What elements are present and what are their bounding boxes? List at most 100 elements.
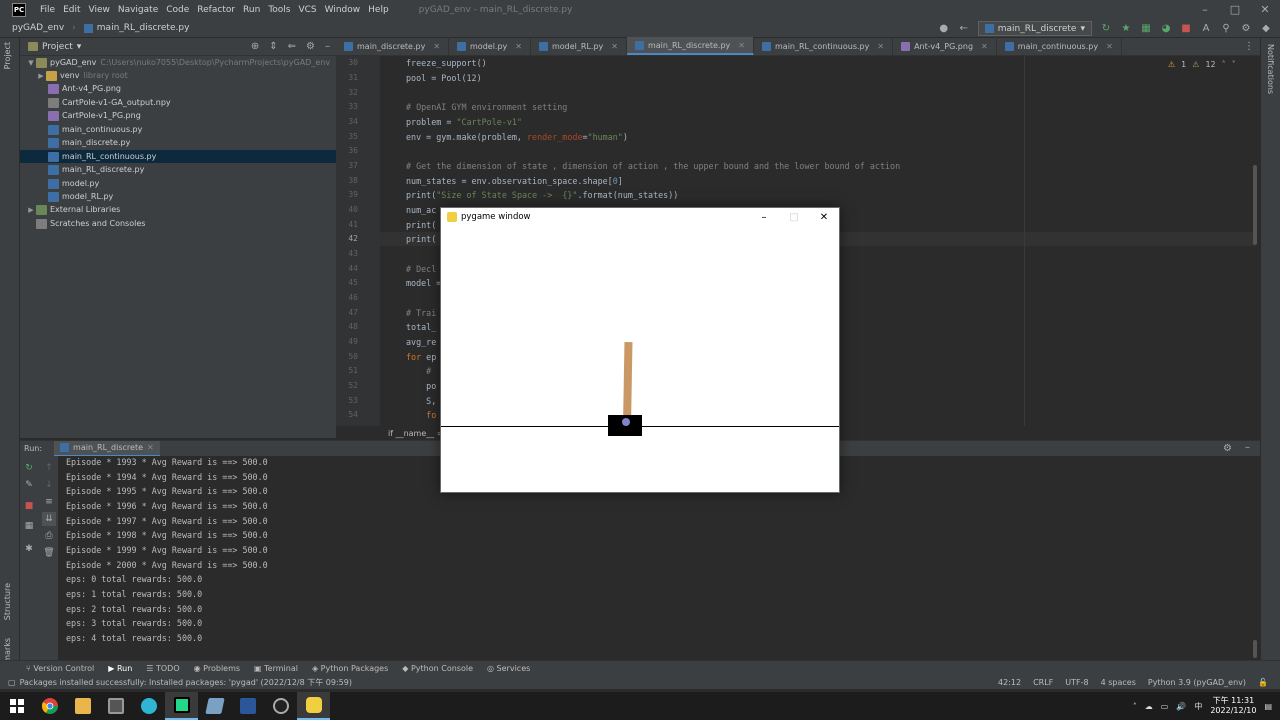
tab-model-rl[interactable]: model_RL.py ✕ xyxy=(531,37,627,55)
onedrive-icon[interactable]: ☁ xyxy=(1145,702,1153,711)
chevron-down-icon[interactable]: ▾ xyxy=(77,42,82,52)
rerun-icon[interactable]: ↻ xyxy=(1100,23,1112,35)
taskbar-app[interactable] xyxy=(264,692,297,720)
close-icon[interactable]: ✕ xyxy=(809,208,839,226)
taskbar-pycharm[interactable] xyxy=(165,692,198,720)
network-icon[interactable]: ▭ xyxy=(1161,702,1169,711)
structure-tool-button[interactable]: Structure xyxy=(3,583,12,620)
breadcrumb-file[interactable]: main_RL_discrete.py xyxy=(97,23,190,33)
menu-refactor[interactable]: Refactor xyxy=(197,5,235,15)
file-encoding[interactable]: UTF-8 xyxy=(1065,678,1088,687)
back-arrow-icon[interactable]: ← xyxy=(958,23,970,35)
close-tab-icon[interactable]: ✕ xyxy=(981,42,988,51)
taskbar-word[interactable] xyxy=(231,692,264,720)
search-icon[interactable]: ⚲ xyxy=(1220,23,1232,35)
tree-item-scratches[interactable]: Scratches and Consoles xyxy=(20,217,336,230)
close-tab-icon[interactable]: ✕ xyxy=(877,42,884,51)
tree-item-file[interactable]: CartPole-v1-GA_output.npy xyxy=(20,96,336,109)
chevron-down-icon[interactable]: ▼ xyxy=(26,59,36,67)
chevron-right-icon[interactable]: ▶ xyxy=(36,72,46,80)
project-tool-button[interactable]: Project xyxy=(3,42,12,69)
close-tab-icon[interactable]: ✕ xyxy=(611,42,618,51)
menu-file[interactable]: File xyxy=(40,5,55,15)
pygame-window[interactable]: pygame window – □ ✕ xyxy=(440,207,840,493)
tool-problems[interactable]: ◉ Problems xyxy=(194,664,240,673)
line-separator[interactable]: CRLF xyxy=(1033,678,1053,687)
breadcrumb-project[interactable]: pyGAD_env xyxy=(12,23,64,33)
status-message[interactable]: Packages installed successfully: Install… xyxy=(20,677,352,688)
locate-icon[interactable]: ⊕ xyxy=(251,41,259,52)
print-icon[interactable]: ⎙ xyxy=(42,529,56,543)
menu-window[interactable]: Window xyxy=(325,5,361,15)
close-tab-icon[interactable]: ✕ xyxy=(1106,42,1113,51)
pygame-title-bar[interactable]: pygame window – □ ✕ xyxy=(441,208,839,226)
show-hidden-icons[interactable]: ˄ xyxy=(1133,702,1137,711)
stop-icon[interactable]: ■ xyxy=(22,499,36,513)
menu-run[interactable]: Run xyxy=(243,5,260,15)
tab-ant-png[interactable]: Ant-v4_PG.png ✕ xyxy=(893,37,997,55)
tab-main-rl-continuous[interactable]: main_RL_continuous.py ✕ xyxy=(754,37,894,55)
pin-icon[interactable]: ✱ xyxy=(22,542,36,556)
ime-indicator[interactable]: 中 xyxy=(1194,701,1202,712)
close-tab-icon[interactable]: ✕ xyxy=(738,41,745,50)
layout-icon[interactable]: ▦ xyxy=(22,519,36,533)
taskbar-chrome[interactable] xyxy=(33,692,66,720)
notification-center-icon[interactable]: ▤ xyxy=(1264,702,1272,711)
tab-main-rl-discrete[interactable]: main_RL_discrete.py ✕ xyxy=(626,37,754,55)
close-tab-icon[interactable]: ✕ xyxy=(147,443,154,452)
interpreter-select[interactable]: Python 3.9 (pyGAD_env) xyxy=(1148,678,1246,687)
tab-list-icon[interactable]: ⋮ xyxy=(1244,41,1254,52)
debug-icon[interactable]: ★ xyxy=(1120,23,1132,35)
menu-edit[interactable]: Edit xyxy=(63,5,80,15)
start-button[interactable] xyxy=(0,692,33,720)
tool-services[interactable]: ◎ Services xyxy=(487,664,530,673)
chevron-up-icon[interactable]: ˄ xyxy=(1222,60,1226,69)
profile-icon[interactable]: ◕ xyxy=(1160,23,1172,35)
tool-run[interactable]: ▶ Run xyxy=(108,664,132,673)
tab-model[interactable]: model.py ✕ xyxy=(449,37,531,55)
close-icon[interactable]: ✕ xyxy=(1250,0,1280,19)
close-tab-icon[interactable]: ✕ xyxy=(515,42,522,51)
taskbar-pygame[interactable] xyxy=(297,692,330,720)
ide-logo-icon[interactable]: ◆ xyxy=(1260,23,1272,35)
menu-vcs[interactable]: VCS xyxy=(298,5,316,15)
tree-item-file[interactable]: main_RL_discrete.py xyxy=(20,163,336,176)
tree-item-file-selected[interactable]: main_RL_continuous.py xyxy=(20,150,336,163)
tree-item-file[interactable]: Ant-v4_PG.png xyxy=(20,82,336,95)
clock[interactable]: 下午 11:31 2022/12/10 xyxy=(1210,696,1256,716)
tree-item-external-libraries[interactable]: ▶ External Libraries xyxy=(20,203,336,216)
taskbar-app[interactable] xyxy=(198,692,231,720)
tree-item-venv[interactable]: ▶ venv library root xyxy=(20,69,336,82)
inspection-widget[interactable]: ⚠ 1 ⚠ 12 ˄ ˅ xyxy=(1168,60,1236,69)
close-tab-icon[interactable]: ✕ xyxy=(433,42,440,51)
tree-item-file[interactable]: main_discrete.py xyxy=(20,136,336,149)
hide-icon[interactable]: – xyxy=(325,41,330,52)
volume-icon[interactable]: 🔊 xyxy=(1176,702,1186,711)
tool-python-console[interactable]: ◆ Python Console xyxy=(402,664,473,673)
scroll-to-end-icon[interactable]: ⇊ xyxy=(42,512,56,526)
lock-icon[interactable]: 🔓 xyxy=(1258,678,1268,687)
caret-position[interactable]: 42:12 xyxy=(998,678,1021,687)
menu-view[interactable]: View xyxy=(89,5,110,15)
console-scrollbar[interactable] xyxy=(1253,640,1257,658)
minimize-icon[interactable]: – xyxy=(749,208,779,226)
trash-icon[interactable]: 🗑 xyxy=(42,546,56,560)
arrow-down-icon[interactable]: ↓ xyxy=(42,478,56,492)
notifications-tool-button[interactable]: Notifications xyxy=(1266,44,1275,94)
tree-item-file[interactable]: model_RL.py xyxy=(20,190,336,203)
collapse-all-icon[interactable]: ⇐ xyxy=(288,41,296,52)
stop-icon[interactable]: ■ xyxy=(1180,23,1192,35)
taskbar-file-explorer[interactable] xyxy=(66,692,99,720)
editor-scrollbar[interactable] xyxy=(1253,165,1257,245)
gear-icon[interactable]: ⚙ xyxy=(306,41,315,52)
menu-navigate[interactable]: Navigate xyxy=(118,5,158,15)
user-icon[interactable]: ● xyxy=(938,23,950,35)
coverage-icon[interactable]: ▦ xyxy=(1140,23,1152,35)
menu-help[interactable]: Help xyxy=(368,5,389,15)
tab-main-discrete[interactable]: main_discrete.py ✕ xyxy=(336,37,450,55)
maximize-icon[interactable]: □ xyxy=(1220,0,1250,19)
chevron-right-icon[interactable]: ▶ xyxy=(26,206,36,214)
tool-terminal[interactable]: ▣ Terminal xyxy=(254,664,298,673)
minimize-icon[interactable]: – xyxy=(1190,0,1220,19)
indent-setting[interactable]: 4 spaces xyxy=(1101,678,1136,687)
